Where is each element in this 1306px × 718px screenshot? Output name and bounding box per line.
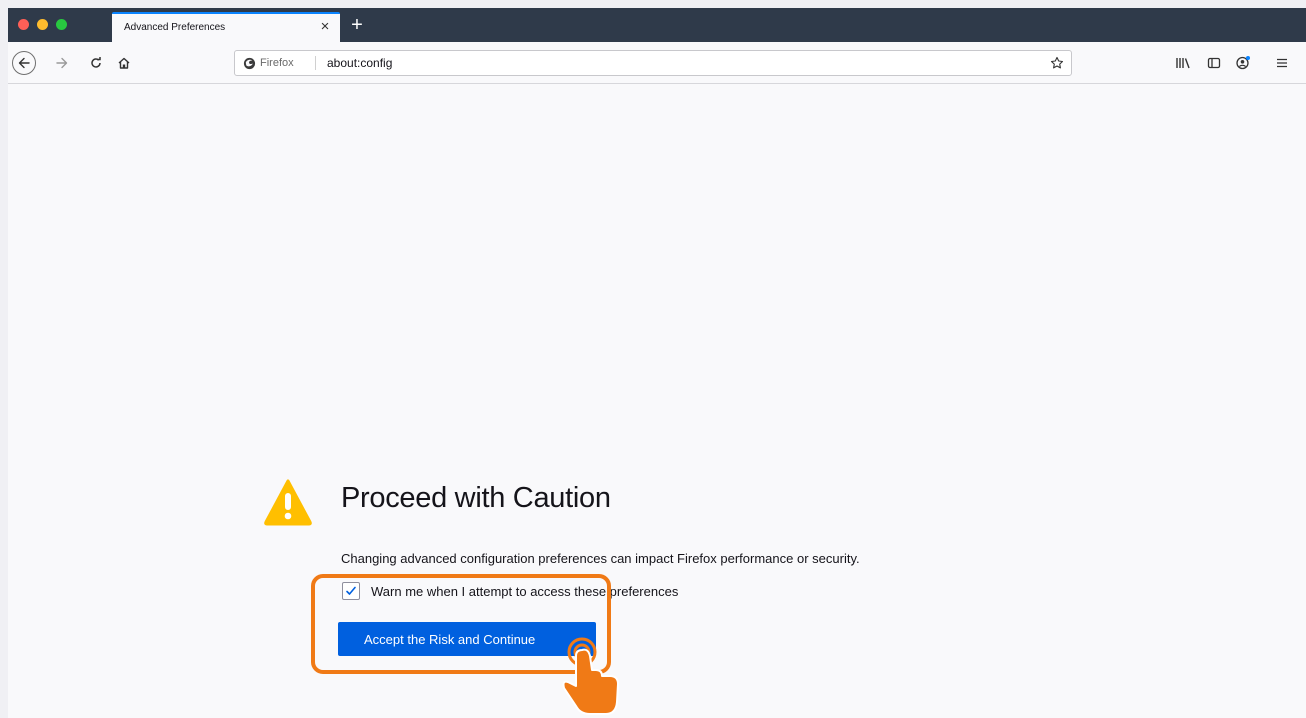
identity-label: Firefox: [260, 57, 294, 69]
menu-button[interactable]: [1270, 51, 1294, 75]
arrow-right-icon: [56, 57, 68, 69]
arrow-left-icon: [18, 57, 30, 69]
tab-title: Advanced Preferences: [124, 22, 226, 33]
bookmark-button[interactable]: [1047, 53, 1067, 73]
warning-triangle-icon: [264, 479, 312, 526]
warning-description: Changing advanced configuration preferen…: [341, 551, 860, 566]
home-button[interactable]: [112, 51, 136, 75]
reload-icon: [91, 57, 101, 68]
page-title: Proceed with Caution: [341, 482, 611, 514]
tab-advanced-preferences[interactable]: Advanced Preferences ×: [112, 12, 340, 42]
account-button[interactable]: [1231, 51, 1255, 75]
hamburger-menu-icon: [1277, 58, 1287, 68]
home-icon: [118, 57, 130, 69]
forward-button[interactable]: [50, 51, 74, 75]
sidebar-icon: [1207, 57, 1221, 69]
url-separator: [315, 56, 316, 70]
page-content: Proceed with Caution Changing advanced c…: [8, 84, 1306, 718]
url-bar[interactable]: Firefox about:config: [234, 50, 1072, 76]
tab-close-button[interactable]: ×: [316, 18, 334, 36]
reload-button[interactable]: [84, 51, 108, 75]
window-close-button[interactable]: [18, 19, 29, 30]
library-button[interactable]: [1171, 51, 1195, 75]
window-maximize-button[interactable]: [56, 19, 67, 30]
identity-box[interactable]: Firefox: [243, 55, 294, 71]
window-minimize-button[interactable]: [37, 19, 48, 30]
new-tab-button[interactable]: +: [346, 14, 368, 36]
tab-bar: Advanced Preferences × +: [8, 8, 1306, 42]
browser-window: Advanced Preferences × + Firefox about:c…: [8, 8, 1306, 718]
back-button[interactable]: [12, 51, 36, 75]
library-icon: [1176, 58, 1190, 69]
firefox-logo-icon: [243, 57, 256, 69]
tap-hand-icon: [562, 637, 619, 715]
sidebar-button[interactable]: [1202, 51, 1226, 75]
account-icon: [1236, 56, 1250, 70]
star-icon: [1050, 56, 1064, 69]
url-input[interactable]: about:config: [327, 56, 392, 70]
navigation-toolbar: Firefox about:config: [8, 42, 1306, 84]
